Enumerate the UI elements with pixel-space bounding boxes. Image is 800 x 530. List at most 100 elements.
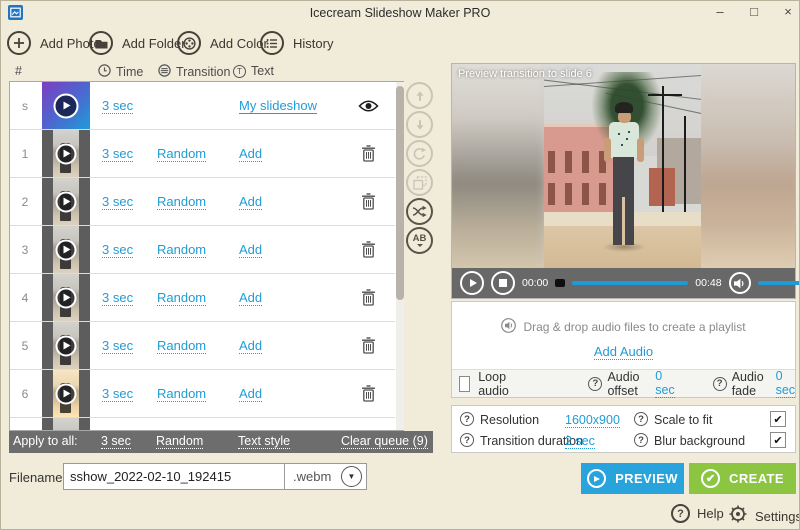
- slide-thumbnail[interactable]: [42, 370, 90, 417]
- row-number: 2: [10, 178, 40, 225]
- seek-track[interactable]: [572, 281, 688, 285]
- dropdown-arrow-icon[interactable]: ▼: [341, 466, 362, 487]
- text-add-link[interactable]: Add: [239, 194, 262, 210]
- slide-thumbnail[interactable]: [42, 418, 90, 430]
- preview-button[interactable]: PREVIEW: [581, 463, 684, 494]
- add-audio-link[interactable]: Add Audio: [594, 344, 653, 360]
- scrollbar-thumb[interactable]: [396, 86, 404, 300]
- scale-to-fit-checkbox[interactable]: ✔: [770, 411, 786, 427]
- table-row: 4 3 sec Random Add: [10, 274, 395, 322]
- slide-thumbnail[interactable]: [42, 130, 90, 177]
- trash-icon[interactable]: [361, 385, 376, 407]
- blur-background-checkbox[interactable]: ✔: [770, 432, 786, 448]
- slideshow-title-link[interactable]: My slideshow: [239, 98, 317, 114]
- volume-track[interactable]: [758, 281, 800, 285]
- text-add-link[interactable]: Add: [239, 338, 262, 354]
- rotate-button[interactable]: [406, 140, 433, 167]
- text-add-link[interactable]: Add: [239, 290, 262, 306]
- add-photo-button[interactable]: Add Photo: [7, 31, 101, 55]
- shuffle-button[interactable]: [406, 198, 433, 225]
- time-link[interactable]: 3 sec: [102, 290, 133, 306]
- table-scrollbar[interactable]: [396, 82, 404, 430]
- transition-link[interactable]: Random: [157, 242, 206, 258]
- trash-icon[interactable]: [361, 193, 376, 215]
- time-link[interactable]: 3 sec: [102, 194, 133, 210]
- loop-audio-checkbox[interactable]: ✔: [459, 376, 470, 392]
- photo-boy: [609, 122, 639, 158]
- play-overlay-icon[interactable]: [56, 383, 77, 404]
- apply-to-all-label: Apply to all:: [13, 434, 78, 448]
- slideshow-time-link[interactable]: 3 sec: [102, 98, 133, 114]
- output-settings-panel: ? Resolution 1600x900 ? Scale to fit ✔ ?…: [451, 405, 796, 453]
- create-button[interactable]: ✔ CREATE: [689, 463, 796, 494]
- mute-button[interactable]: [729, 272, 751, 294]
- duplicate-button[interactable]: [406, 169, 433, 196]
- transition-duration-value-link[interactable]: 2 sec: [565, 434, 595, 449]
- filename-input[interactable]: [63, 463, 285, 490]
- extension-dropdown[interactable]: .webm ▼: [284, 463, 367, 490]
- play-overlay-icon[interactable]: [56, 239, 77, 260]
- move-down-button[interactable]: [406, 111, 433, 138]
- transition-link[interactable]: Random: [157, 290, 206, 306]
- slide-thumbnail[interactable]: [42, 178, 90, 225]
- blur-background-help-icon[interactable]: ?: [634, 433, 648, 447]
- time-link[interactable]: 3 sec: [102, 146, 133, 162]
- ab-transition-button[interactable]: AB: [406, 227, 433, 254]
- clear-queue-link[interactable]: Clear queue (9): [341, 434, 428, 449]
- slideshow-thumbnail[interactable]: [42, 82, 90, 129]
- transition-duration-help-icon[interactable]: ?: [460, 433, 474, 447]
- add-folder-button[interactable]: Add Folder: [89, 31, 186, 55]
- maximize-button[interactable]: □: [743, 3, 765, 21]
- preview-video-frame[interactable]: Preview transition to slide 6: [452, 64, 795, 268]
- text-add-link[interactable]: Add: [239, 146, 262, 162]
- text-add-link[interactable]: Add: [239, 386, 262, 402]
- seek-handle[interactable]: [555, 279, 565, 287]
- audio-fade-help-icon[interactable]: ?: [713, 377, 727, 391]
- settings-button[interactable]: Settings: [728, 504, 800, 529]
- play-overlay-icon[interactable]: [56, 335, 77, 356]
- audio-offset-value-link[interactable]: 0 sec: [655, 369, 674, 398]
- resolution-label: Resolution: [480, 413, 539, 427]
- blur-background-left: [452, 64, 546, 268]
- play-button[interactable]: [460, 271, 484, 295]
- transition-link[interactable]: Random: [157, 194, 206, 210]
- resolution-help-icon[interactable]: ?: [460, 412, 474, 426]
- trash-icon[interactable]: [361, 337, 376, 359]
- preview-photo: [544, 64, 701, 268]
- time-link[interactable]: 3 sec: [102, 242, 133, 258]
- eye-icon[interactable]: [358, 99, 379, 118]
- stop-button[interactable]: [491, 271, 515, 295]
- help-button[interactable]: ? Help: [671, 504, 724, 523]
- audio-offset-help-icon[interactable]: ?: [588, 377, 602, 391]
- scale-to-fit-help-icon[interactable]: ?: [634, 412, 648, 426]
- close-button[interactable]: ×: [777, 3, 799, 21]
- transition-link[interactable]: Random: [157, 338, 206, 354]
- slide-thumbnail[interactable]: [42, 274, 90, 321]
- time-link[interactable]: 3 sec: [102, 338, 133, 354]
- play-overlay-icon[interactable]: [56, 191, 77, 212]
- play-overlay-icon[interactable]: [56, 143, 77, 164]
- transition-link[interactable]: Random: [157, 386, 206, 402]
- apply-time-link[interactable]: 3 sec: [101, 434, 131, 449]
- resolution-value-link[interactable]: 1600x900: [565, 413, 620, 428]
- audio-fade-value-link[interactable]: 0 sec: [776, 369, 795, 398]
- volume-slider[interactable]: [758, 279, 800, 287]
- trash-icon[interactable]: [361, 145, 376, 167]
- history-button[interactable]: History: [260, 31, 333, 55]
- text-add-link[interactable]: Add: [239, 242, 262, 258]
- apply-text-style-link[interactable]: Text style: [238, 434, 290, 449]
- add-color-button[interactable]: Add Color: [177, 31, 268, 55]
- play-overlay-icon[interactable]: [54, 93, 79, 118]
- play-overlay-icon[interactable]: [56, 287, 77, 308]
- minimize-button[interactable]: –: [709, 3, 731, 21]
- move-up-button[interactable]: [406, 82, 433, 109]
- transition-link[interactable]: Random: [157, 146, 206, 162]
- apply-transition-link[interactable]: Random: [156, 434, 203, 449]
- time-link[interactable]: 3 sec: [102, 386, 133, 402]
- slide-thumbnail[interactable]: [42, 322, 90, 369]
- trash-icon[interactable]: [361, 241, 376, 263]
- trash-icon[interactable]: [361, 289, 376, 311]
- folder-icon: [89, 31, 113, 55]
- history-label: History: [293, 36, 333, 51]
- slide-thumbnail[interactable]: [42, 226, 90, 273]
